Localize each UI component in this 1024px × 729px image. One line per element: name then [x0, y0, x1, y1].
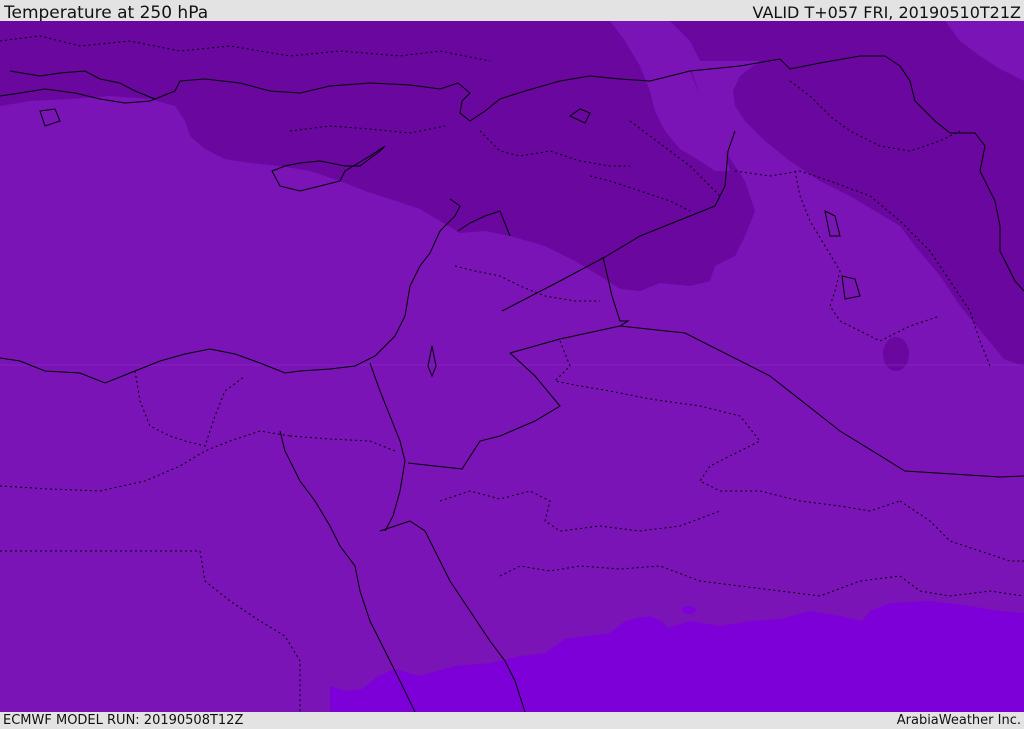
header-bar: Temperature at 250 hPa VALID T+057 FRI, … [0, 0, 1024, 23]
temperature-map[interactable] [0, 21, 1024, 712]
warm-blob-small [682, 606, 696, 614]
warm-blob-south [623, 617, 667, 643]
model-run-label: ECMWF MODEL RUN: 20190508T12Z [3, 713, 244, 728]
map-canvas [0, 21, 1024, 712]
footer-bar: ECMWF MODEL RUN: 20190508T12Z ArabiaWeat… [0, 712, 1024, 729]
map-title: Temperature at 250 hPa [4, 3, 209, 23]
valid-time: VALID T+057 FRI, 20190510T21Z [752, 3, 1021, 22]
cold-blob-east [883, 337, 909, 371]
credit-label: ArabiaWeather Inc. [896, 713, 1021, 728]
